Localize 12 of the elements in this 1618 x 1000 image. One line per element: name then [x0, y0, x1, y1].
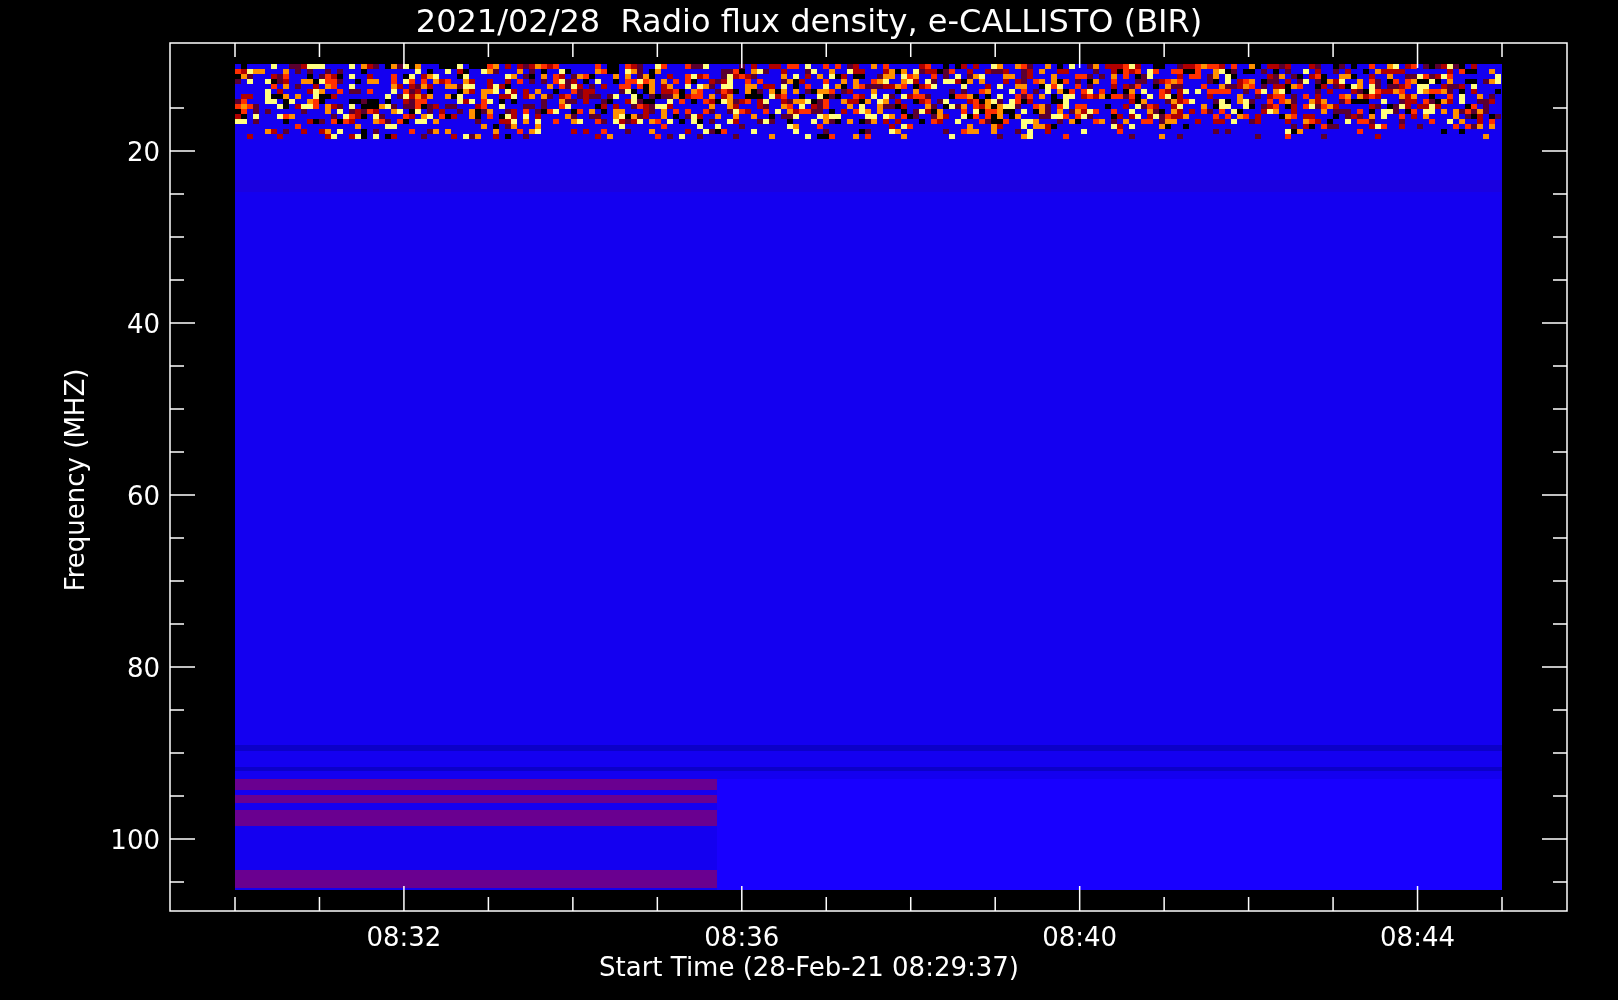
x-axis-label: Start Time (28-Feb-21 08:29:37)	[599, 952, 1019, 982]
y-axis-label: Frequency (MHZ)	[60, 368, 90, 592]
y-tick-label: 40	[126, 309, 160, 339]
y-tick-label: 80	[126, 653, 160, 683]
x-tick-label: 08:44	[1380, 922, 1455, 952]
y-tick-label: 100	[110, 825, 160, 855]
plot-title: 2021/02/28 Radio flux density, e-CALLISTO (BIR)	[415, 2, 1203, 40]
x-tick-label: 08:32	[366, 922, 442, 952]
x-tick-label: 08:36	[704, 922, 780, 952]
y-tick-label: 20	[126, 137, 160, 167]
y-tick-label: 60	[126, 481, 160, 511]
x-tick-label: 08:40	[1042, 922, 1118, 952]
